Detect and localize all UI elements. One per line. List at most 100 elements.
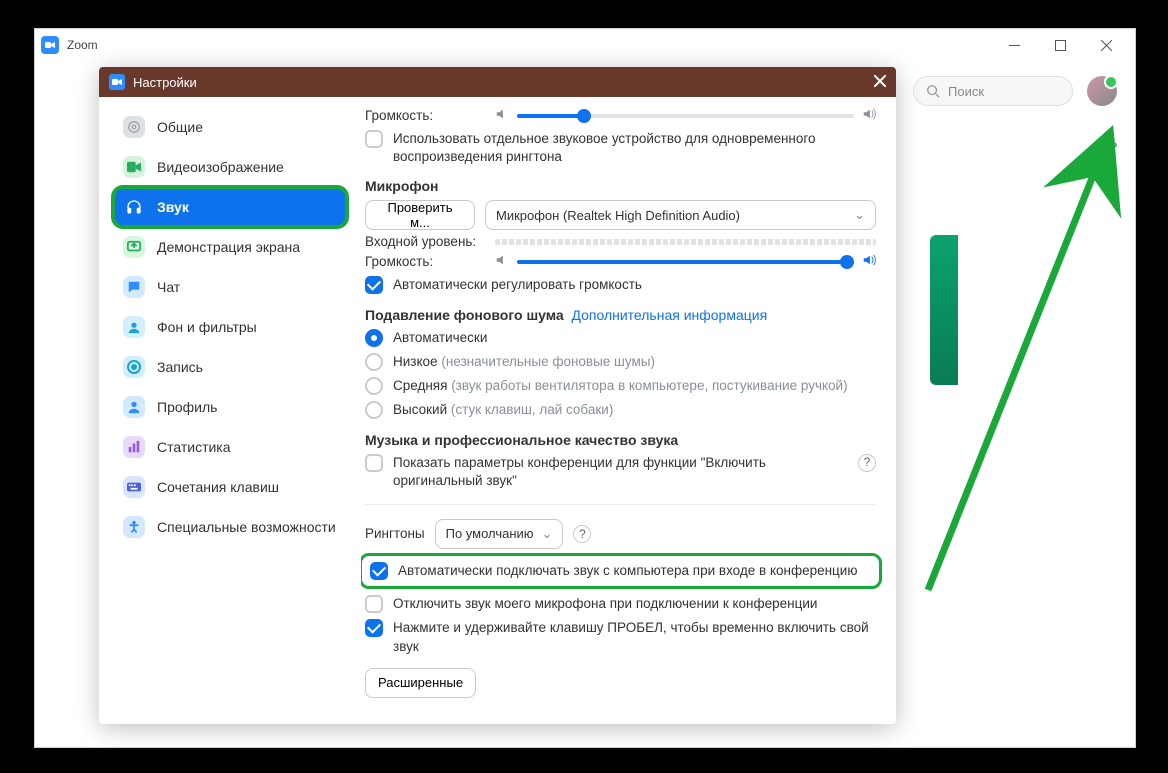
mic-volume-label: Громкость: xyxy=(365,254,485,269)
noise-medium-radio[interactable] xyxy=(365,377,383,395)
noise-auto-radio[interactable] xyxy=(365,329,383,347)
speaker-volume-slider[interactable] xyxy=(517,114,854,118)
separate-ring-device-checkbox[interactable] xyxy=(365,130,383,148)
headphones-icon xyxy=(123,196,145,218)
share-icon xyxy=(123,236,145,258)
search-icon xyxy=(926,84,940,98)
sidebar-item-share-screen[interactable]: Демонстрация экрана xyxy=(113,227,347,267)
background-decoration xyxy=(930,235,958,385)
help-icon[interactable]: ? xyxy=(573,525,591,543)
sidebar-item-label: Чат xyxy=(157,279,180,295)
window-title: Zoom xyxy=(67,38,98,52)
radio-label: Автоматически xyxy=(393,330,487,345)
noise-low-radio[interactable] xyxy=(365,353,383,371)
sidebar-item-label: Общие xyxy=(157,119,203,135)
sidebar-item-label: Демонстрация экрана xyxy=(157,239,300,255)
speaker-volume-label: Громкость: xyxy=(365,108,485,123)
volume-low-icon xyxy=(495,253,509,270)
ringtone-select[interactable]: По умолчанию ⌄ xyxy=(435,519,564,549)
noise-high-radio[interactable] xyxy=(365,401,383,419)
radio-label: Средняя xyxy=(393,378,447,393)
sidebar-item-audio[interactable]: Звук xyxy=(113,187,347,227)
avatar[interactable] xyxy=(1087,76,1117,106)
search-placeholder: Поиск xyxy=(948,84,984,99)
dialog-title: Настройки xyxy=(133,75,197,90)
checkbox-label: Автоматически регулировать громкость xyxy=(393,276,642,294)
accessibility-icon xyxy=(123,516,145,538)
stats-icon xyxy=(123,436,145,458)
settings-gear-button[interactable] xyxy=(1097,135,1117,160)
test-mic-button[interactable]: Проверить м... xyxy=(365,200,475,230)
ringtones-label: Рингтоны xyxy=(365,526,425,541)
radio-hint: (звук работы вентилятора в компьютере, п… xyxy=(451,378,847,393)
button-label: Проверить м... xyxy=(378,200,462,230)
sidebar-item-statistics[interactable]: Статистика xyxy=(113,427,347,467)
profile-icon xyxy=(123,396,145,418)
sidebar-item-label: Специальные возможности xyxy=(157,519,336,535)
volume-low-icon xyxy=(495,107,509,124)
search-input[interactable]: Поиск xyxy=(913,76,1073,106)
settings-sidebar: Общие Видеоизображение Звук Демонстрация… xyxy=(99,97,361,724)
advanced-button[interactable]: Расширенные xyxy=(365,668,476,698)
sidebar-item-profile[interactable]: Профиль xyxy=(113,387,347,427)
radio-hint: (стук клавиш, лай собаки) xyxy=(451,402,613,417)
window-minimize-button[interactable] xyxy=(991,29,1037,61)
window-maximize-button[interactable] xyxy=(1037,29,1083,61)
mic-input-level-meter xyxy=(495,239,876,245)
noise-info-link[interactable]: Дополнительная информация xyxy=(571,307,767,323)
sidebar-item-label: Сочетания клавиш xyxy=(157,479,279,495)
original-sound-checkbox[interactable] xyxy=(365,454,383,472)
sidebar-item-label: Фон и фильтры xyxy=(157,319,257,335)
zoom-app-icon xyxy=(41,36,59,54)
settings-dialog: Настройки Общие Видеоизображение Звук Де… xyxy=(99,67,896,724)
dialog-titlebar: Настройки xyxy=(99,67,896,97)
sidebar-item-label: Профиль xyxy=(157,399,217,415)
dialog-close-button[interactable] xyxy=(874,75,886,90)
mute-on-join-checkbox[interactable] xyxy=(365,595,383,613)
button-label: Расширенные xyxy=(378,675,463,690)
window-close-button[interactable] xyxy=(1083,29,1129,61)
checkbox-label: Автоматически подключать звук с компьюте… xyxy=(398,562,857,580)
video-icon xyxy=(123,156,145,178)
sidebar-item-background[interactable]: Фон и фильтры xyxy=(113,307,347,347)
microphone-heading: Микрофон xyxy=(365,178,876,194)
sidebar-item-label: Видеоизображение xyxy=(157,159,284,175)
help-icon[interactable]: ? xyxy=(858,454,876,472)
auto-adjust-volume-checkbox[interactable] xyxy=(365,276,383,294)
sidebar-item-label: Статистика xyxy=(157,439,231,455)
select-value: По умолчанию xyxy=(446,526,534,541)
divider xyxy=(365,504,876,505)
sidebar-item-shortcuts[interactable]: Сочетания клавиш xyxy=(113,467,347,507)
sidebar-item-accessibility[interactable]: Специальные возможности xyxy=(113,507,347,547)
sidebar-item-label: Запись xyxy=(157,359,203,375)
auto-join-audio-checkbox[interactable] xyxy=(370,562,388,580)
checkbox-label: Нажмите и удерживайте клавишу ПРОБЕЛ, чт… xyxy=(393,619,876,655)
sidebar-item-label: Звук xyxy=(157,199,189,215)
window-titlebar: Zoom xyxy=(35,29,1135,61)
chevron-down-icon: ⌄ xyxy=(542,526,553,542)
auto-join-audio-highlight: Автоматически подключать звук с компьюте… xyxy=(361,553,882,589)
sidebar-item-general[interactable]: Общие xyxy=(113,107,347,147)
mic-volume-slider[interactable] xyxy=(517,260,854,264)
mic-device-select[interactable]: Микрофон (Realtek High Definition Audio)… xyxy=(485,200,876,230)
radio-hint: (незначительные фоновые шумы) xyxy=(441,354,655,369)
sidebar-item-recording[interactable]: Запись xyxy=(113,347,347,387)
radio-label: Высокий xyxy=(393,402,447,417)
zoom-app-icon xyxy=(109,74,125,90)
volume-high-icon xyxy=(862,107,876,124)
checkbox-label: Отключить звук моего микрофона при подкл… xyxy=(393,595,817,613)
noise-suppression-heading: Подавление фонового шума Дополнительная … xyxy=(365,307,876,323)
sidebar-item-chat[interactable]: Чат xyxy=(113,267,347,307)
push-to-talk-checkbox[interactable] xyxy=(365,619,383,637)
radio-label: Низкое xyxy=(393,354,438,369)
checkbox-label: Использовать отдельное звуковое устройст… xyxy=(393,130,876,166)
volume-high-icon xyxy=(862,253,876,270)
keyboard-icon xyxy=(123,476,145,498)
checkbox-label: Показать параметры конференции для функц… xyxy=(393,454,848,490)
sidebar-item-video[interactable]: Видеоизображение xyxy=(113,147,347,187)
settings-content-audio: Громкость: Использовать отдельное звуков… xyxy=(361,97,896,724)
heading-text: Подавление фонового шума xyxy=(365,307,564,323)
input-level-label: Входной уровень: xyxy=(365,234,485,249)
gear-icon xyxy=(1097,135,1117,155)
music-quality-heading: Музыка и профессиональное качество звука xyxy=(365,432,876,448)
